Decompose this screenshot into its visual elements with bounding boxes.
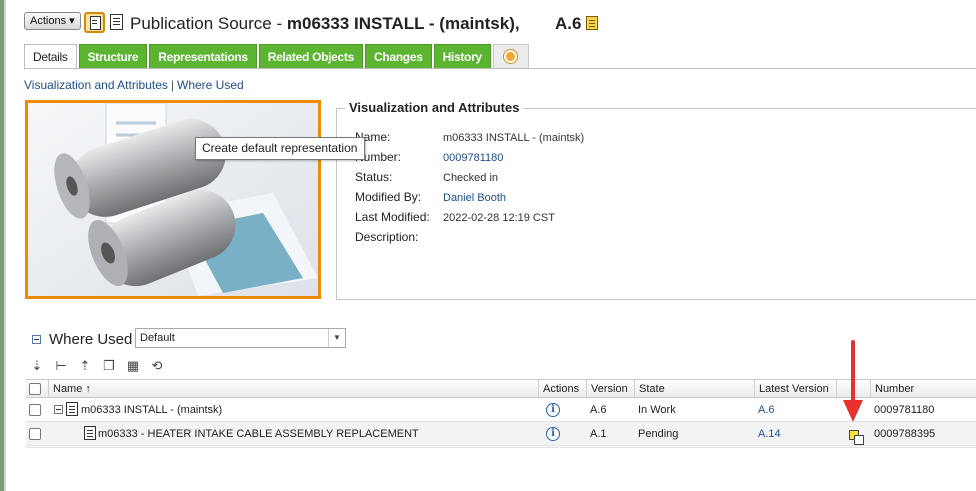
- where-used-header: Where Used: [32, 329, 140, 349]
- where-used-title: Where Used: [49, 330, 133, 348]
- table-row[interactable]: m06333 - HEATER INTAKE CABLE ASSEMBLY RE…: [26, 422, 976, 446]
- row-latest-version[interactable]: A.6: [758, 398, 775, 422]
- info-icon[interactable]: i: [546, 403, 560, 417]
- row-checkbox[interactable]: [29, 404, 41, 416]
- attr-last-modified-row: Last Modified: 2022-02-28 12:19 CST: [355, 210, 555, 224]
- row-name[interactable]: m06333 INSTALL - (maintsk): [81, 398, 222, 422]
- section-links: Visualization and Attributes | Where Used: [24, 78, 244, 92]
- collapse-icon[interactable]: [32, 334, 41, 344]
- publication-source-icon: [84, 12, 105, 33]
- attr-number-row: Number: 0009781180: [355, 150, 503, 164]
- tab-related-objects[interactable]: Related Objects: [258, 44, 363, 69]
- paper-rolls-image: [28, 103, 318, 296]
- tab-divider: [24, 68, 976, 69]
- row-latest-version[interactable]: A.14: [758, 422, 781, 446]
- out-of-date-icon[interactable]: [849, 430, 864, 445]
- attr-name-key: Name:: [355, 130, 391, 144]
- visualization-link[interactable]: Visualization and Attributes: [24, 78, 168, 92]
- attr-name-row: Name: m06333 INSTALL - (maintsk): [355, 130, 584, 144]
- attr-modified-by-value[interactable]: Daniel Booth: [443, 192, 506, 204]
- copy-icon[interactable]: ❐: [98, 357, 120, 375]
- header-version: A.6: [555, 14, 582, 33]
- tab-changes[interactable]: Changes: [364, 44, 432, 69]
- where-used-link[interactable]: Where Used: [177, 78, 244, 92]
- row-version: A.6: [590, 404, 607, 416]
- tab-representations[interactable]: Representations: [149, 44, 257, 69]
- view-select-value: Default: [140, 332, 175, 344]
- attr-modified-by-key: Modified By:: [355, 190, 422, 204]
- view-select[interactable]: Default ▼: [135, 328, 346, 348]
- select-all-checkbox[interactable]: [29, 383, 41, 395]
- row-number: 0009781180: [874, 404, 935, 416]
- table-bottom-border: [26, 447, 976, 448]
- visualization-thumbnail[interactable]: [25, 100, 321, 299]
- col-name[interactable]: Name ↑: [48, 380, 538, 398]
- tab-details[interactable]: Details: [24, 44, 77, 70]
- gear-icon: [504, 50, 518, 63]
- chevron-down-icon[interactable]: ▼: [328, 329, 345, 347]
- tab-structure[interactable]: Structure: [78, 44, 148, 69]
- table-row[interactable]: m06333 INSTALL - (maintsk) i A.6 In Work…: [26, 398, 976, 422]
- tab-bar: Details Structure Representations Relate…: [24, 44, 531, 70]
- red-annotation-arrow: [843, 340, 863, 422]
- actions-menu-button[interactable]: Actions ▾: [24, 12, 81, 30]
- row-checkbox[interactable]: [29, 428, 41, 440]
- col-actions[interactable]: Actions: [538, 380, 586, 398]
- table-header: Name ↑ Actions Version State Latest Vers…: [26, 379, 976, 398]
- tab-customize[interactable]: [492, 44, 529, 69]
- attr-last-modified-value: 2022-02-28 12:19 CST: [443, 212, 555, 224]
- link-separator: |: [170, 78, 174, 92]
- col-latest-version[interactable]: Latest Version: [754, 380, 836, 398]
- attr-status-row: Status: Checked in: [355, 170, 498, 184]
- row-state: Pending: [638, 428, 679, 440]
- row-version: A.1: [590, 428, 607, 440]
- expand-icon[interactable]: ⇣: [26, 357, 48, 375]
- row-number: 0009788395: [874, 428, 936, 440]
- document-icon: [110, 14, 123, 30]
- attr-last-modified-key: Last Modified:: [355, 210, 430, 224]
- col-version[interactable]: Version: [586, 380, 634, 398]
- attr-description-key: Description:: [355, 230, 419, 244]
- info-icon[interactable]: i: [546, 427, 560, 441]
- attr-status-key: Status:: [355, 170, 393, 184]
- col-state[interactable]: State: [634, 380, 754, 398]
- tree-structure-icon[interactable]: ⊢: [50, 357, 72, 375]
- representation-tooltip: Create default representation: [195, 137, 365, 160]
- tab-history[interactable]: History: [433, 44, 491, 69]
- details-page: Actions ▾ Publication Source - m06333 IN…: [8, 0, 976, 491]
- attr-number-value[interactable]: 0009781180: [443, 152, 503, 164]
- attributes-title: Visualization and Attributes: [345, 100, 524, 115]
- page-title: Publication Source - m06333 INSTALL - (m…: [130, 14, 520, 33]
- row-state: In Work: [638, 404, 676, 416]
- attr-description-row: Description:: [355, 230, 443, 244]
- col-number[interactable]: Number: [870, 380, 976, 398]
- attr-modified-by-row: Modified By: Daniel Booth: [355, 190, 506, 204]
- refresh-icon[interactable]: ⟲: [146, 357, 168, 375]
- row-name[interactable]: m06333 - HEATER INTAKE CABLE ASSEMBLY RE…: [98, 422, 419, 446]
- where-used-toolbar: ⇣ ⊢ ⇡ ❐ ▦ ⟲: [26, 356, 170, 376]
- tree-collapse-icon[interactable]: [54, 405, 63, 414]
- note-icon[interactable]: [586, 16, 598, 30]
- left-frame-bar: [0, 0, 6, 491]
- document-icon: [84, 426, 96, 440]
- document-icon: [66, 402, 78, 416]
- where-used-table: Name ↑ Actions Version State Latest Vers…: [26, 379, 976, 446]
- filter-icon[interactable]: ▦: [122, 357, 144, 375]
- attr-number-key: Number:: [355, 150, 402, 164]
- collapse-all-icon[interactable]: ⇡: [74, 357, 96, 375]
- attr-status-value: Checked in: [443, 172, 499, 184]
- attr-name-value: m06333 INSTALL - (maintsk): [443, 132, 585, 144]
